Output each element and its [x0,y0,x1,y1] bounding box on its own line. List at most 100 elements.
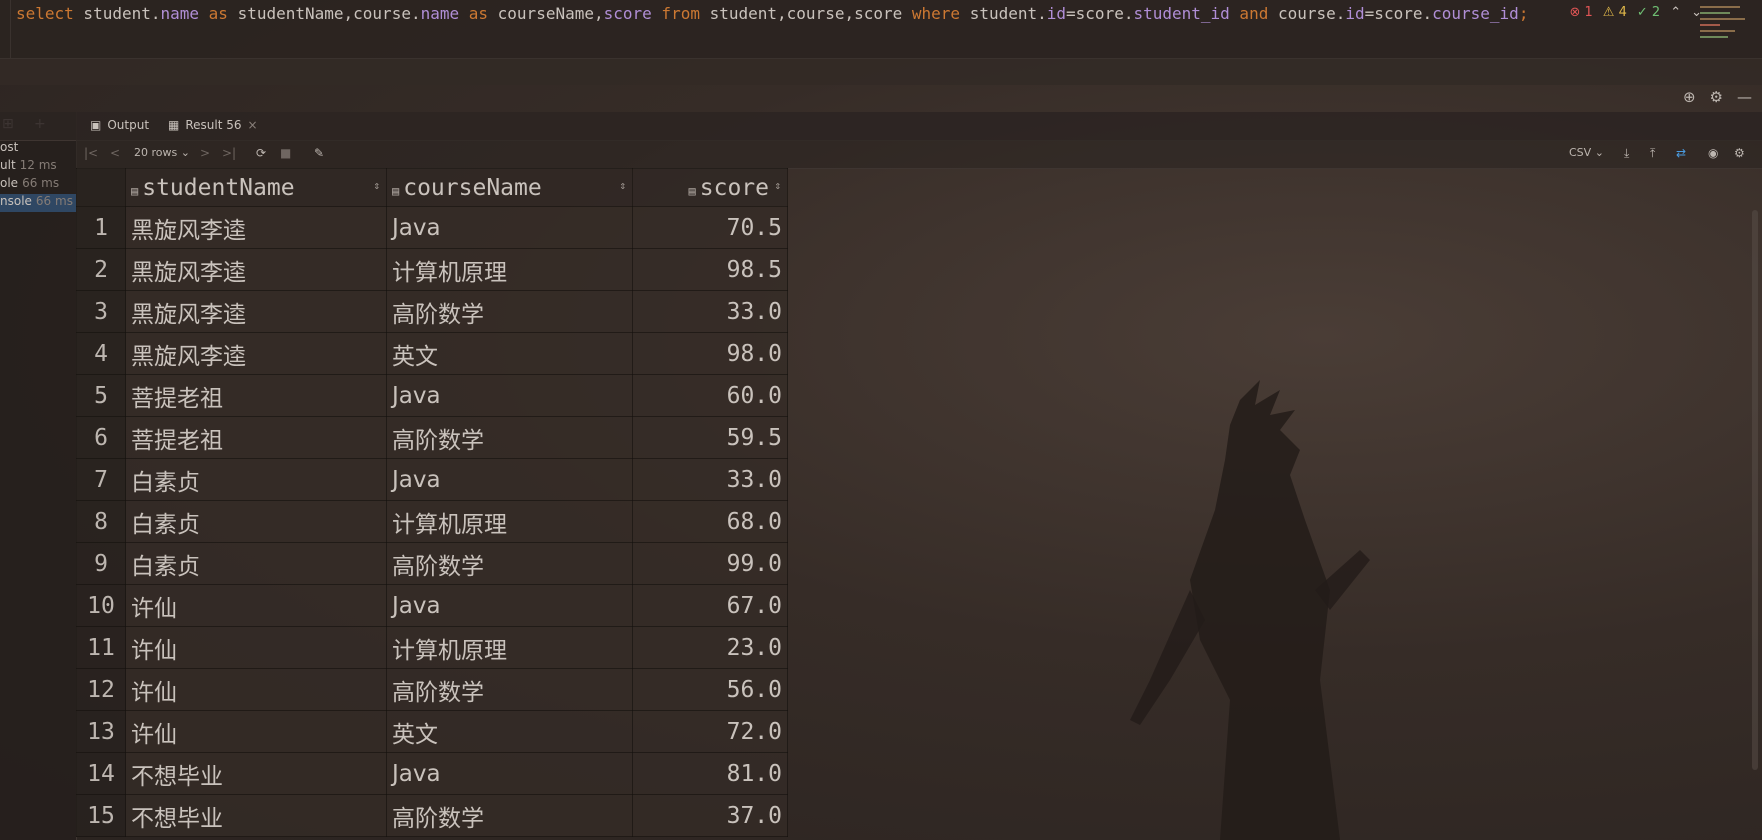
cell-score[interactable]: 81.0 [632,752,788,795]
sort-icon[interactable]: ⇕ [619,179,626,192]
column-header-courseName[interactable]: ▤ courseName ⇕ [386,168,633,207]
cell-score[interactable]: 33.0 [632,458,788,501]
cell-courseName[interactable]: 高阶数学 [386,794,633,837]
close-icon[interactable]: × [248,118,258,132]
cell-studentName[interactable]: 许仙 [125,584,387,627]
prev-page-icon[interactable]: < [110,146,120,160]
last-page-icon[interactable]: >| [222,146,236,160]
table-row[interactable]: 6 菩提老祖 高阶数学 59.5 [76,416,788,459]
result-grid[interactable]: ▤ studentName ⇕ ▤ courseName ⇕ ▤ score ⇕ 1 黑旋风李… [76,168,788,837]
cell-studentName[interactable]: 白素贞 [125,542,387,585]
sql-query[interactable]: select student.name as studentName,cours… [16,4,1528,23]
cell-score[interactable]: 99.0 [632,542,788,585]
cell-score[interactable]: 59.5 [632,416,788,459]
chevron-up-icon[interactable]: ⌃ [1670,5,1681,20]
table-row[interactable]: 10 许仙 Java 67.0 [76,584,788,627]
pin-icon[interactable]: ✎ [314,146,324,160]
cell-courseName[interactable]: Java [386,584,633,627]
cell-studentName[interactable]: 不想毕业 [125,794,387,837]
cell-studentName[interactable]: 许仙 [125,710,387,753]
cell-courseName[interactable]: 高阶数学 [386,290,633,333]
cell-courseName[interactable]: Java [386,458,633,501]
cell-score[interactable]: 72.0 [632,710,788,753]
column-header-score[interactable]: ▤ score ⇕ [632,168,788,207]
cell-courseName[interactable]: 计算机原理 [386,248,633,291]
cell-studentName[interactable]: 菩提老祖 [125,416,387,459]
refresh-icon[interactable]: ⟳ [256,146,266,160]
sort-icon[interactable]: ⇕ [373,179,380,192]
cell-courseName[interactable]: 高阶数学 [386,542,633,585]
cell-courseName[interactable]: 英文 [386,710,633,753]
cell-studentName[interactable]: 黑旋风李逵 [125,248,387,291]
next-page-icon[interactable]: > [200,146,210,160]
table-row[interactable]: 11 许仙 计算机原理 23.0 [76,626,788,669]
cell-studentName[interactable]: 不想毕业 [125,752,387,795]
tab-result[interactable]: ▦ Result 56 × [168,118,258,132]
first-page-icon[interactable]: |< [84,146,98,160]
tree-item-console[interactable]: ole 66 ms [0,176,59,190]
cell-score[interactable]: 60.0 [632,374,788,417]
target-icon[interactable]: ⊕ [1683,88,1696,106]
cell-studentName[interactable]: 黑旋风李逵 [125,290,387,333]
cell-studentName[interactable]: 许仙 [125,668,387,711]
table-row[interactable]: 5 菩提老祖 Java 60.0 [76,374,788,417]
table-row[interactable]: 2 黑旋风李逵 计算机原理 98.5 [76,248,788,291]
cell-score[interactable]: 23.0 [632,626,788,669]
download-icon[interactable]: ⤓ [1624,146,1629,161]
grid-scrollbar[interactable] [1752,210,1758,770]
table-row[interactable]: 13 许仙 英文 72.0 [76,710,788,753]
compare-icon[interactable]: ⇄ [1676,146,1686,160]
export-format-select[interactable]: CSV ⌄ [1569,146,1604,159]
upload-icon[interactable]: ⤒ [1650,146,1655,161]
cell-score[interactable]: 70.5 [632,206,788,249]
cell-courseName[interactable]: 高阶数学 [386,668,633,711]
table-row[interactable]: 12 许仙 高阶数学 56.0 [76,668,788,711]
cell-studentName[interactable]: 白素贞 [125,458,387,501]
tab-output[interactable]: ▣ Output [90,118,149,132]
inspection-widget[interactable]: ⊗ 1 ⚠ 4 ✓ 2 ⌃ ⌄ [1569,5,1702,20]
table-row[interactable]: 9 白素贞 高阶数学 99.0 [76,542,788,585]
cell-score[interactable]: 33.0 [632,290,788,333]
weak-warning-count[interactable]: ✓ 2 [1637,5,1660,20]
stop-icon[interactable]: ■ [280,146,291,160]
cell-courseName[interactable]: Java [386,752,633,795]
table-row[interactable]: 3 黑旋风李逵 高阶数学 33.0 [76,290,788,333]
cell-studentName[interactable]: 黑旋风李逵 [125,206,387,249]
eye-icon[interactable]: ◉ [1708,146,1718,160]
cell-studentName[interactable]: 菩提老祖 [125,374,387,417]
table-row[interactable]: 4 黑旋风李逵 英文 98.0 [76,332,788,375]
settings-icon[interactable]: ⚙ [1734,146,1745,160]
sql-editor[interactable]: select student.name as studentName,cours… [0,0,1762,58]
table-row[interactable]: 14 不想毕业 Java 81.0 [76,752,788,795]
gear-icon[interactable]: ⚙ [1710,88,1723,106]
cell-courseName[interactable]: 计算机原理 [386,626,633,669]
rows-per-page-select[interactable]: 20 rows ⌄ [134,146,190,159]
cell-courseName[interactable]: Java [386,374,633,417]
cell-score[interactable]: 56.0 [632,668,788,711]
cell-studentName[interactable]: 许仙 [125,626,387,669]
tree-item-result[interactable]: ult 12 ms [0,158,57,172]
cell-courseName[interactable]: 计算机原理 [386,500,633,543]
cell-score[interactable]: 37.0 [632,794,788,837]
cell-courseName[interactable]: 英文 [386,332,633,375]
cell-courseName[interactable]: 高阶数学 [386,416,633,459]
cell-score[interactable]: 98.0 [632,332,788,375]
sort-icon[interactable]: ⇕ [774,179,781,192]
cell-courseName[interactable]: Java [386,206,633,249]
table-row[interactable]: 1 黑旋风李逵 Java 70.5 [76,206,788,249]
error-count[interactable]: ⊗ 1 [1569,5,1592,20]
minimize-icon[interactable]: — [1737,88,1752,106]
table-row[interactable]: 15 不想毕业 高阶数学 37.0 [76,794,788,837]
cell-studentName[interactable]: 黑旋风李逵 [125,332,387,375]
editor-minimap[interactable] [1696,2,1756,52]
tree-item-host[interactable]: ost [0,140,18,154]
cell-score[interactable]: 68.0 [632,500,788,543]
tree-item-console-selected[interactable]: nsole 66 ms [0,194,76,212]
cell-score[interactable]: 98.5 [632,248,788,291]
table-row[interactable]: 7 白素贞 Java 33.0 [76,458,788,501]
table-row[interactable]: 8 白素贞 计算机原理 68.0 [76,500,788,543]
cell-studentName[interactable]: 白素贞 [125,500,387,543]
cell-score[interactable]: 67.0 [632,584,788,627]
warning-count[interactable]: ⚠ 4 [1603,5,1627,20]
column-header-studentName[interactable]: ▤ studentName ⇕ [125,168,387,207]
